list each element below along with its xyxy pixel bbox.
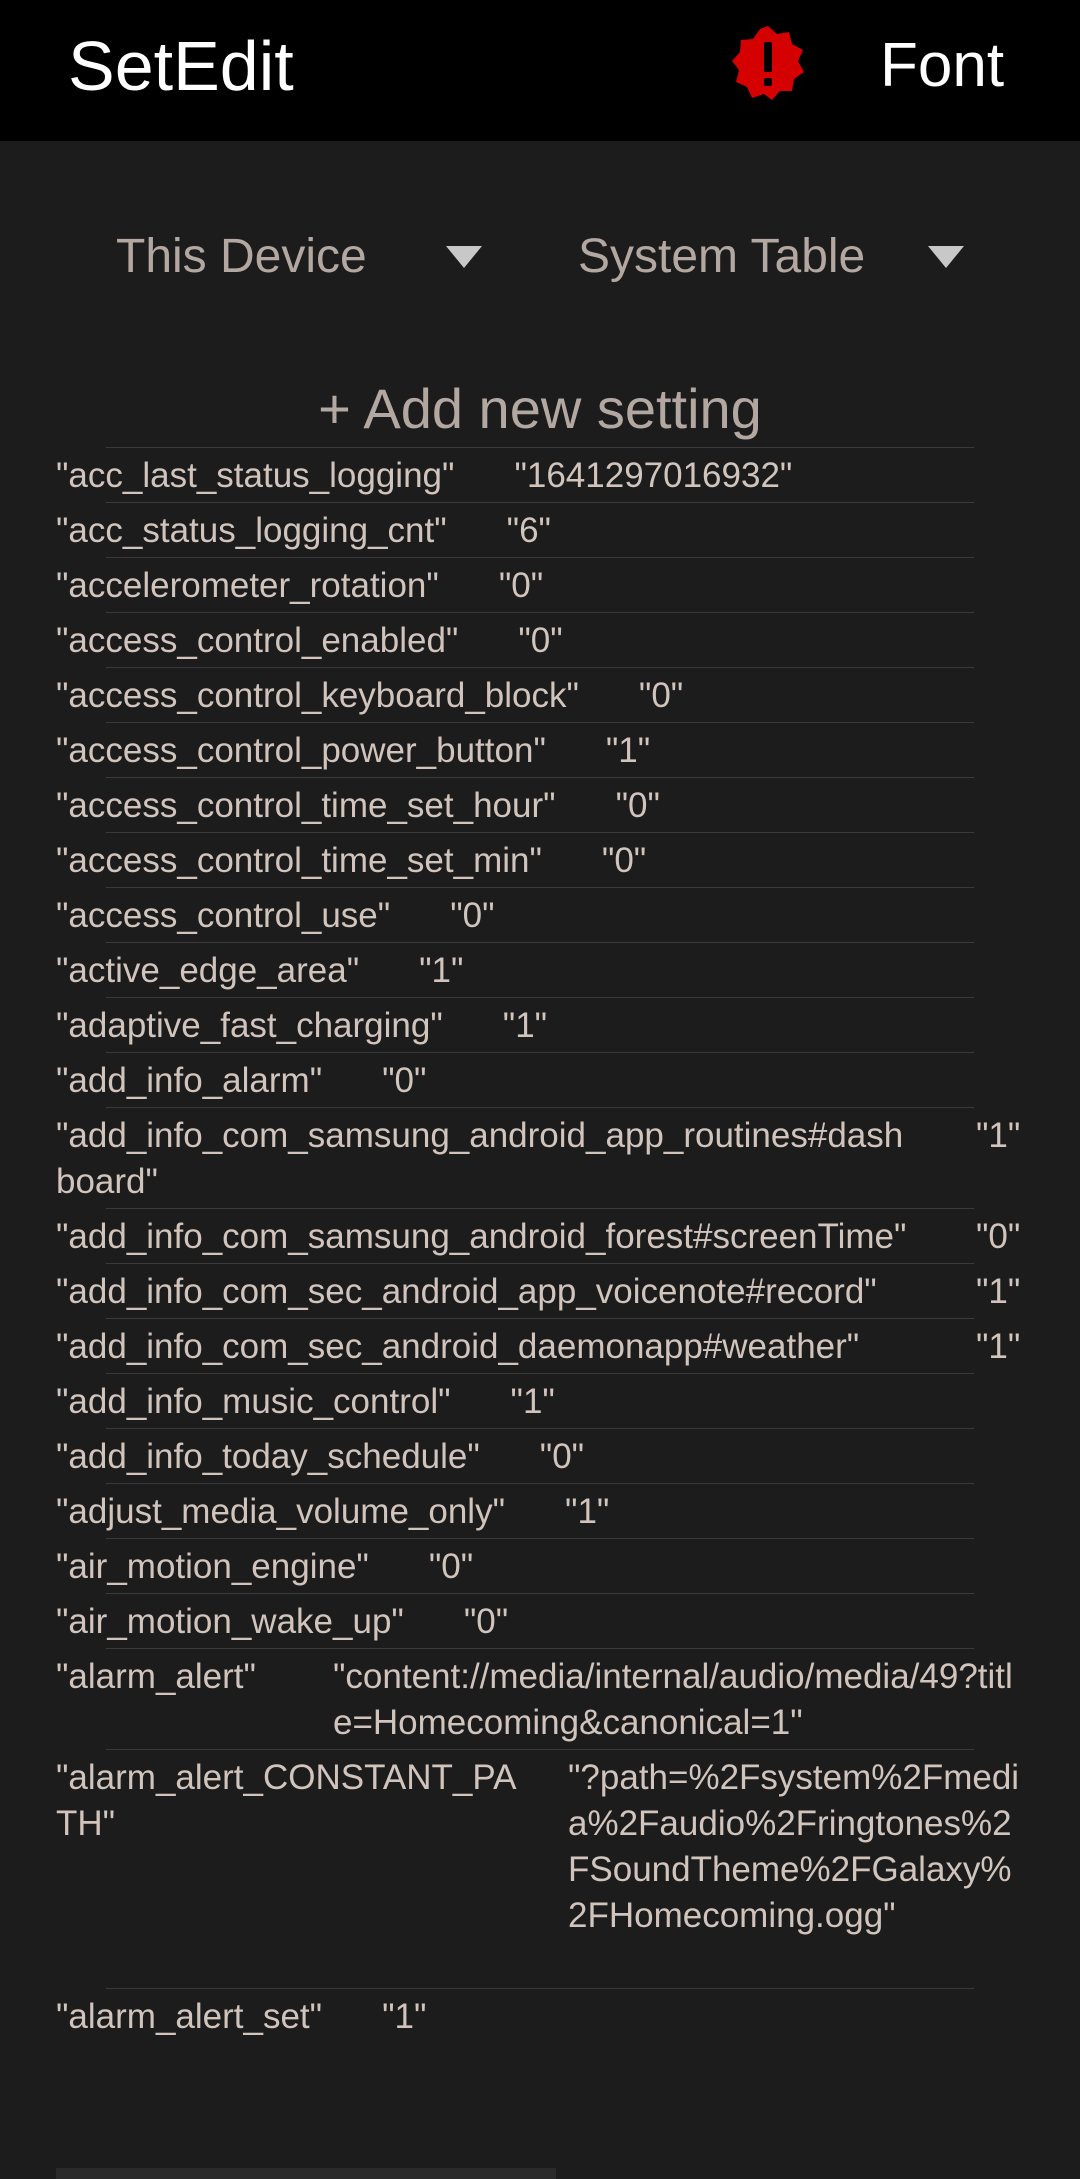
setting-key: "access_control_power_button" xyxy=(56,731,546,770)
setting-value: "0" xyxy=(601,841,647,880)
setting-row[interactable]: "air_motion_wake_up" "0" xyxy=(56,1593,974,1648)
setting-key: "air_motion_engine" xyxy=(56,1547,369,1586)
setting-value: "1" xyxy=(605,731,651,770)
setting-key: "access_control_time_set_hour" xyxy=(56,786,556,825)
setting-value: "1" xyxy=(565,1492,610,1531)
setting-value: "0" xyxy=(463,1602,509,1641)
app-title: SetEdit xyxy=(68,27,294,105)
setting-row[interactable]: "adjust_media_volume_only" "1" xyxy=(56,1483,974,1538)
setting-row[interactable]: "add_info_today_schedule" "0" xyxy=(56,1428,974,1483)
setting-key: "add_info_music_control" xyxy=(56,1382,451,1421)
setting-row[interactable]: "alarm_alert_CONSTANT_PATH" "?path=%2Fsys… xyxy=(56,1749,1019,1988)
setting-row[interactable]: "access_control_keyboard_block" "0" xyxy=(56,667,974,722)
setting-value: "0" xyxy=(638,676,684,715)
font-button[interactable]: Font xyxy=(880,28,1004,104)
setting-value: "0" xyxy=(450,896,495,935)
setting-value: "content://media/internal/audio/media/49… xyxy=(333,1657,1013,1742)
setting-row[interactable]: "add_info_com_sec_android_app_voicenote#… xyxy=(56,1263,1020,1318)
setting-row[interactable]: "add_info_alarm" "0" xyxy=(56,1052,974,1107)
setting-key: "access_control_time_set_min" xyxy=(56,841,542,880)
setting-key: "alarm_alert_CONSTANT_PATH" xyxy=(56,1758,517,1843)
setting-key: "acc_status_logging_cnt" xyxy=(56,511,447,550)
alert-badge-icon[interactable] xyxy=(728,24,808,104)
setting-value: "1" xyxy=(976,1327,1021,1366)
device-selector[interactable]: This Device xyxy=(116,222,486,292)
setting-value: "1" xyxy=(502,1006,548,1045)
setting-key: "add_info_com_samsung_android_app_routin… xyxy=(56,1116,904,1201)
setting-key: "alarm_alert" xyxy=(56,1657,256,1696)
setting-key: "access_control_use" xyxy=(56,896,391,935)
chevron-down-icon xyxy=(928,246,964,268)
setting-row[interactable]: "access_control_enabled" "0" xyxy=(56,612,974,667)
setting-row[interactable]: "access_control_power_button" "1" xyxy=(56,722,974,777)
setting-key: "access_control_keyboard_block" xyxy=(56,676,579,715)
setting-row[interactable]: "add_info_music_control" "1" xyxy=(56,1373,974,1428)
setting-value: "?path=%2Fsystem%2Fmedia%2Faudio%2Fringt… xyxy=(568,1758,1020,1935)
app-bar: SetEdit Font xyxy=(0,0,1080,141)
setting-row[interactable]: "alarm_alert" "content://media/internal/a… xyxy=(56,1648,1013,1749)
setting-key: "air_motion_wake_up" xyxy=(56,1602,404,1641)
settings-list: "acc_last_status_logging" "1641297016932"… xyxy=(0,447,1080,2043)
add-new-setting-button[interactable]: + Add new setting xyxy=(0,374,1080,444)
table-selector-label: System Table xyxy=(578,230,866,283)
setting-key: "acc_last_status_logging" xyxy=(56,456,455,495)
chevron-down-icon xyxy=(446,246,482,268)
setting-value: "0" xyxy=(539,1437,585,1476)
setting-row[interactable]: "air_motion_engine" "0" xyxy=(56,1538,974,1593)
setting-key: "add_info_com_sec_android_app_voicenote#… xyxy=(56,1272,877,1311)
setting-value: "6" xyxy=(506,511,551,550)
setting-key: "accelerometer_rotation" xyxy=(56,566,439,605)
setting-key: "add_info_com_sec_android_daemonapp#weat… xyxy=(56,1327,860,1366)
setting-row[interactable]: "accelerometer_rotation" "0" xyxy=(56,557,974,612)
setting-key: "add_info_alarm" xyxy=(56,1061,323,1100)
setting-value: "0" xyxy=(382,1061,427,1100)
setting-value: "1" xyxy=(510,1382,555,1421)
setting-key: "alarm_alert_set" xyxy=(56,1997,323,2036)
setting-row[interactable]: "add_info_com_sec_android_daemonapp#weat… xyxy=(56,1318,1020,1373)
setting-key: "active_edge_area" xyxy=(56,951,360,990)
setting-row[interactable]: "access_control_time_set_min" "0" xyxy=(56,832,974,887)
setting-row[interactable]: "adaptive_fast_charging" "1" xyxy=(56,997,974,1052)
setting-value: "0" xyxy=(428,1547,474,1586)
setting-row[interactable]: "access_control_use" "0" xyxy=(56,887,974,942)
setting-key: "adaptive_fast_charging" xyxy=(56,1006,443,1045)
setting-row[interactable]: "active_edge_area" "1" xyxy=(56,942,974,997)
setting-value: "1" xyxy=(976,1116,1021,1155)
setting-key: "add_info_com_samsung_android_forest#scr… xyxy=(56,1217,907,1256)
setting-key: "add_info_today_schedule" xyxy=(56,1437,480,1476)
setting-row[interactable]: "alarm_alert_set" "1" xyxy=(56,1988,974,2043)
setting-row[interactable]: "add_info_com_samsung_android_forest#scr… xyxy=(56,1208,1020,1263)
device-selector-label: This Device xyxy=(116,230,367,283)
table-selector[interactable]: System Table xyxy=(578,222,978,292)
setting-key: "access_control_enabled" xyxy=(56,621,459,660)
setting-value: "0" xyxy=(518,621,563,660)
setting-row[interactable]: "acc_status_logging_cnt" "6" xyxy=(56,502,974,557)
setting-value: "1641297016932" xyxy=(514,456,793,495)
setting-value: "0" xyxy=(976,1217,1021,1256)
next-row-peek xyxy=(56,2168,556,2179)
setting-value: "1" xyxy=(382,1997,427,2036)
setting-value: "1" xyxy=(976,1272,1021,1311)
setting-row[interactable]: "add_info_com_samsung_android_app_routin… xyxy=(56,1107,1020,1208)
setting-value: "0" xyxy=(615,786,660,825)
setting-row[interactable]: "access_control_time_set_hour" "0" xyxy=(56,777,974,832)
setting-row[interactable]: "acc_last_status_logging" "1641297016932" xyxy=(56,447,974,502)
setting-value: "1" xyxy=(419,951,464,990)
setting-value: "0" xyxy=(498,566,544,605)
setting-key: "adjust_media_volume_only" xyxy=(56,1492,506,1531)
